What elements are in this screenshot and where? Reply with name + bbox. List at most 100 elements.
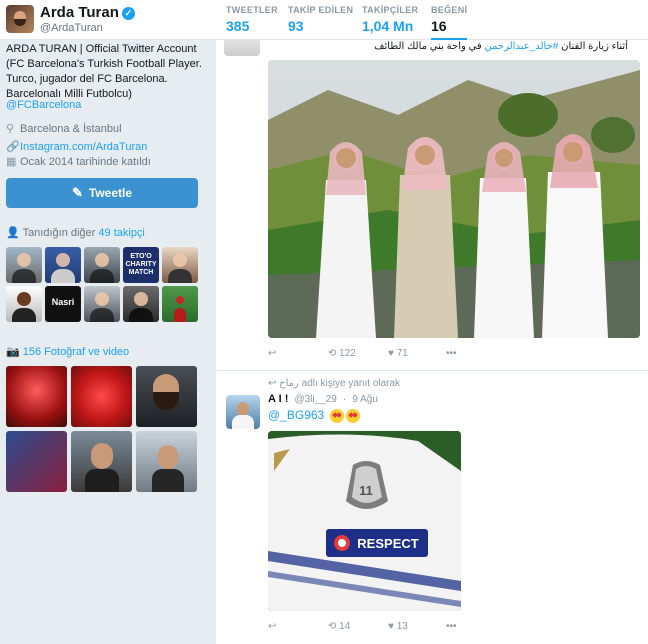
tweet-separator: · xyxy=(342,394,347,405)
profile-sidebar: ARDA TURAN | Official Twitter Account (F… xyxy=(0,40,215,644)
badge-number: 11 xyxy=(359,483,373,498)
stat-tweets[interactable]: TWEETLER 385 xyxy=(226,5,278,34)
retweet-icon: ⟲ xyxy=(328,621,337,632)
retweet-button[interactable]: ⟲ 122 xyxy=(328,348,356,359)
joined-row: ▦ Ocak 2014 tarihinde katıldı xyxy=(6,155,151,169)
media-thumbnail[interactable] xyxy=(71,431,132,492)
stat-value: 93 xyxy=(288,18,304,34)
followers-you-know: 👤 Tanıdığın diğer 49 takipçi xyxy=(6,226,145,239)
stat-following[interactable]: TAKİP EDİLEN 93 xyxy=(288,5,353,34)
reply-icon[interactable]: ↩ xyxy=(268,348,276,359)
tweet-author-handle[interactable]: @3li__29 xyxy=(294,394,336,405)
more-icon[interactable]: ••• xyxy=(446,348,457,359)
reply-context-icon: ↩ xyxy=(268,378,277,389)
stat-followers[interactable]: TAKİPÇİLER 1,04 Mn xyxy=(362,5,418,34)
follower-avatar[interactable]: Nasri xyxy=(45,286,81,322)
verified-icon: ✓ xyxy=(121,6,135,20)
more-icon[interactable]: ••• xyxy=(446,621,457,632)
follower-grid: ETO'O CHARITY MATCH Nasri xyxy=(6,247,200,322)
media-grid xyxy=(6,366,200,492)
hashtag-link[interactable]: #خالد_عبدالرحمن xyxy=(485,41,559,52)
bio-mention-link[interactable]: @FCBarcelona xyxy=(6,99,81,111)
link-icon: 🔗 xyxy=(6,141,20,153)
tweet-photo-image xyxy=(268,60,640,338)
profile-header: Arda Turan ✓ @ArdaTuran TWEETLER 385 TAKİ… xyxy=(0,0,648,41)
tweet-author-name[interactable]: A I ! xyxy=(268,393,288,405)
stat-label: TAKİPÇİLER xyxy=(362,5,419,15)
tweet-photo[interactable] xyxy=(268,60,640,338)
reply-to-user-link[interactable]: رماح xyxy=(279,378,299,389)
tweet-header: A I ! @3li__29 · 9 Ağu xyxy=(268,393,378,405)
media-thumbnail[interactable] xyxy=(6,366,67,427)
tweet-text-prefix: أثناء زيارة الفنان xyxy=(561,41,628,52)
calendar-icon: ▦ xyxy=(6,156,17,168)
reply-context: ↩ رماح adlı kişiye yanıt olarak xyxy=(268,378,400,389)
tweet-author-avatar[interactable] xyxy=(226,395,260,429)
like-count: 71 xyxy=(396,348,408,359)
follower-avatar[interactable] xyxy=(45,247,81,283)
stat-label: TWEETLER xyxy=(226,5,278,15)
media-thumbnail[interactable] xyxy=(136,366,197,427)
reply-context-text: adlı kişiye yanıt olarak xyxy=(301,378,401,389)
photos-videos-header[interactable]: 📷 156 Fotoğraf ve video xyxy=(6,345,129,358)
reply-icon[interactable]: ↩ xyxy=(268,621,276,632)
location-row: ⚲ Barcelona & İstanbul xyxy=(6,122,122,136)
heart-eyes-emoji-icon xyxy=(329,408,344,423)
follower-avatar[interactable] xyxy=(6,247,42,283)
follower-tile-text: Nasri xyxy=(51,297,75,307)
website-link[interactable]: Instagram.com/ArdaTuran xyxy=(20,141,147,153)
tweet-author-avatar[interactable] xyxy=(224,40,260,56)
follower-avatar[interactable]: ETO'O CHARITY MATCH xyxy=(123,247,159,283)
follower-avatar[interactable] xyxy=(84,286,120,322)
follower-tile-text: ETO'O CHARITY MATCH xyxy=(125,253,157,276)
media-thumbnail[interactable] xyxy=(6,431,67,492)
media-thumbnail[interactable] xyxy=(71,366,132,427)
tweet-text: أثناء زيارة الفنان #خالد_عبدالرحمن في وا… xyxy=(374,41,628,52)
tweet-text-suffix: في واحة ‎بني مالك الطائف xyxy=(374,41,482,52)
like-count: 13 xyxy=(396,621,408,632)
stat-value: 16 xyxy=(431,18,447,34)
followers-known-prefix: Tanıdığın diğer xyxy=(22,227,96,239)
website-row: 🔗Instagram.com/ArdaTuran xyxy=(6,140,147,154)
like-button[interactable]: ♥ 71 xyxy=(388,348,408,359)
follower-avatar[interactable] xyxy=(84,247,120,283)
heart-icon: ♥ xyxy=(388,621,394,632)
follower-avatar[interactable] xyxy=(162,247,198,283)
follower-avatar[interactable] xyxy=(162,286,198,322)
follower-avatar[interactable] xyxy=(123,286,159,322)
follower-avatar[interactable] xyxy=(6,286,42,322)
heart-eyes-emoji-icon xyxy=(345,408,360,423)
tweet-to-button[interactable]: ✎ Tweetle xyxy=(6,178,198,208)
compose-icon: ✎ xyxy=(71,185,83,200)
media-thumbnail[interactable] xyxy=(136,431,197,492)
tweet-actions: ↩ ⟲ 14 ♥ 13 ••• xyxy=(268,621,508,637)
stat-label: BEĞENİ xyxy=(431,5,468,15)
retweet-count: 122 xyxy=(339,348,356,359)
profile-handle[interactable]: @ArdaTuran xyxy=(40,22,103,34)
photos-videos-link[interactable]: 156 Fotoğraf ve video xyxy=(23,346,129,358)
joined-text: Ocak 2014 tarihinde katıldı xyxy=(20,156,151,168)
like-button[interactable]: ♥ 13 xyxy=(388,621,408,632)
tweet-divider xyxy=(216,370,648,371)
location-icon: ⚲ xyxy=(6,123,15,135)
stat-label: TAKİP EDİLEN xyxy=(288,5,354,15)
profile-avatar[interactable] xyxy=(6,5,34,33)
badge-text: RESPECT xyxy=(357,536,418,551)
followers-known-link[interactable]: 49 takipçi xyxy=(98,227,144,239)
heart-icon: ♥ xyxy=(388,348,394,359)
location-text: Barcelona & İstanbul xyxy=(20,123,122,135)
stat-value: 385 xyxy=(226,18,250,34)
retweet-button[interactable]: ⟲ 14 xyxy=(328,621,350,632)
profile-name-row[interactable]: Arda Turan ✓ xyxy=(40,4,135,21)
tweet-timeline: أثناء زيارة الفنان #خالد_عبدالرحمن في وا… xyxy=(216,40,648,644)
profile-name[interactable]: Arda Turan xyxy=(40,4,119,21)
retweet-count: 14 xyxy=(339,621,351,632)
mention-link[interactable]: @_BG963 xyxy=(268,408,324,422)
profile-bio: ARDA TURAN | Official Twitter Account (F… xyxy=(6,43,202,100)
stat-likes[interactable]: BEĞENİ 16 xyxy=(431,5,468,41)
tweet-button-label: Tweetle xyxy=(88,186,133,200)
tweet-date[interactable]: 9 Ağu xyxy=(352,394,378,405)
tweet-text: @_BG963 xyxy=(268,408,360,423)
user-icon: 👤 xyxy=(6,227,20,239)
tweet-photo[interactable]: 11 RESPECT xyxy=(268,431,461,611)
